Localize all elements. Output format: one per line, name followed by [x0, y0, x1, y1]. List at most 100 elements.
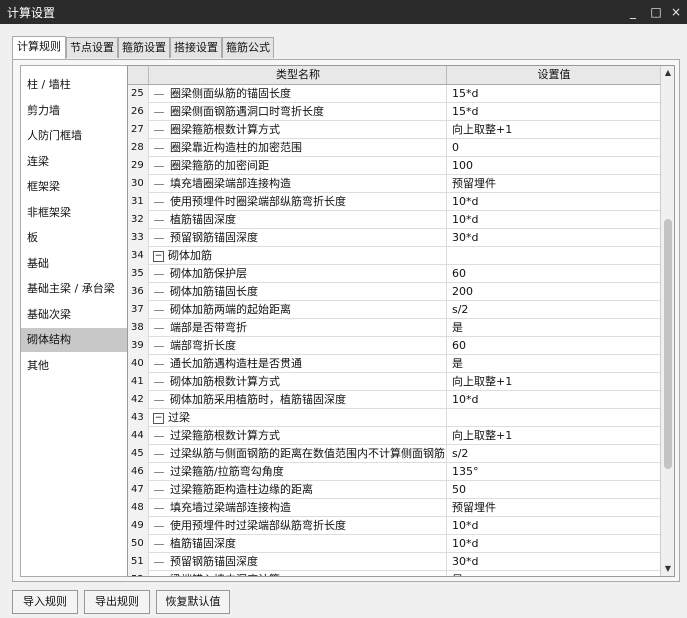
import-rules-button[interactable]: 导入规则	[12, 590, 78, 614]
table-row[interactable]: 29 圈梁箍筋的加密间距 100	[128, 157, 660, 175]
row-value-cell[interactable]: 200	[446, 283, 660, 301]
row-name-cell: 砌体加筋两端的起始距离	[148, 301, 446, 319]
row-value-cell[interactable]: 30*d	[446, 553, 660, 571]
table-row[interactable]: 52 梁端锚入墙内深度计算 是	[128, 571, 660, 576]
row-number: 37	[128, 301, 148, 319]
row-value-cell[interactable]: 10*d	[446, 193, 660, 211]
row-value-cell[interactable]: 15*d	[446, 85, 660, 103]
row-value-cell[interactable]: 是	[446, 571, 660, 576]
row-name-cell: 填充墙圈梁端部连接构造	[148, 175, 446, 193]
row-name-cell: 砌体加筋保护层	[148, 265, 446, 283]
tree-line-icon	[154, 327, 164, 329]
row-value-cell[interactable]: 预留埋件	[446, 499, 660, 517]
row-value-cell[interactable]: 预留埋件	[446, 175, 660, 193]
vertical-scrollbar[interactable]: ▲ ▼	[660, 66, 674, 576]
column-header-value[interactable]: 设置值	[446, 66, 661, 84]
table-row[interactable]: 35 砌体加筋保护层 60	[128, 265, 660, 283]
scrollbar-thumb[interactable]	[664, 219, 672, 470]
sidebar-item[interactable]: 柱 / 墙柱	[21, 73, 127, 97]
sidebar-item[interactable]: 连梁	[21, 150, 127, 174]
tab-stirrup-settings[interactable]: 箍筋设置	[118, 37, 170, 58]
row-number: 35	[128, 265, 148, 283]
table-row[interactable]: 37 砌体加筋两端的起始距离 s/2	[128, 301, 660, 319]
collapse-icon[interactable]: −	[153, 250, 164, 262]
tree-line-icon	[154, 363, 164, 365]
table-row[interactable]: 27 圈梁箍筋根数计算方式 向上取整+1	[128, 121, 660, 139]
sidebar-item[interactable]: 非框架梁	[21, 201, 127, 225]
row-number: 33	[128, 229, 148, 247]
table-row[interactable]: 39 端部弯折长度 60	[128, 337, 660, 355]
row-value-cell[interactable]: 是	[446, 319, 660, 337]
row-value-cell[interactable]: 60	[446, 265, 660, 283]
sidebar-item[interactable]: 人防门框墙	[21, 124, 127, 148]
row-value-cell[interactable]: 0	[446, 139, 660, 157]
tree-line-icon	[154, 183, 164, 185]
table-row[interactable]: 44 过梁箍筋根数计算方式 向上取整+1	[128, 427, 660, 445]
tab-lap-settings[interactable]: 搭接设置	[170, 37, 222, 58]
table-row[interactable]: 40 通长加筋遇构造柱是否贯通 是	[128, 355, 660, 373]
row-name-cell: 预留钢筋锚固深度	[148, 553, 446, 571]
row-value-cell[interactable]: 向上取整+1	[446, 373, 660, 391]
table-row[interactable]: 45 过梁纵筋与侧面钢筋的距离在数值范围内不计算侧面钢筋 s/2	[128, 445, 660, 463]
table-row[interactable]: 42 砌体加筋采用植筋时，植筋锚固深度 10*d	[128, 391, 660, 409]
group-row[interactable]: 43− 过梁	[128, 409, 660, 427]
maximize-button[interactable]: □	[646, 2, 666, 22]
close-button[interactable]: ×	[666, 2, 686, 22]
table-row[interactable]: 50 植筋锚固深度 10*d	[128, 535, 660, 553]
table-row[interactable]: 47 过梁箍筋距构造柱边缘的距离 50	[128, 481, 660, 499]
row-value-cell[interactable]: 10*d	[446, 535, 660, 553]
row-value-cell[interactable]: s/2	[446, 301, 660, 319]
table-row[interactable]: 38 端部是否带弯折 是	[128, 319, 660, 337]
table-row[interactable]: 51 预留钢筋锚固深度 30*d	[128, 553, 660, 571]
row-value-cell[interactable]: 30*d	[446, 229, 660, 247]
sidebar-item[interactable]: 其他	[21, 354, 127, 378]
sidebar-item[interactable]: 框架梁	[21, 175, 127, 199]
tree-line-icon	[154, 543, 164, 545]
row-value-cell[interactable]: 10*d	[446, 517, 660, 535]
table-row[interactable]: 46 过梁箍筋/拉筋弯勾角度 135°	[128, 463, 660, 481]
group-row[interactable]: 34− 砌体加筋	[128, 247, 660, 265]
table-row[interactable]: 33 预留钢筋锚固深度 30*d	[128, 229, 660, 247]
row-value-cell[interactable]: 是	[446, 355, 660, 373]
row-value-cell[interactable]: 60	[446, 337, 660, 355]
row-value-cell[interactable]: 100	[446, 157, 660, 175]
sidebar-item[interactable]: 基础次梁	[21, 303, 127, 327]
restore-defaults-button[interactable]: 恢复默认值	[156, 590, 230, 614]
row-name-text: 过梁箍筋根数计算方式	[170, 429, 280, 442]
table-row[interactable]: 41 砌体加筋根数计算方式 向上取整+1	[128, 373, 660, 391]
table-row[interactable]: 28 圈梁靠近构造柱的加密范围 0	[128, 139, 660, 157]
table-row[interactable]: 31 使用预埋件时圈梁端部纵筋弯折长度 10*d	[128, 193, 660, 211]
row-value-cell[interactable]: 向上取整+1	[446, 427, 660, 445]
row-value-cell[interactable]: 向上取整+1	[446, 121, 660, 139]
export-rules-button[interactable]: 导出规则	[84, 590, 150, 614]
table-row[interactable]: 48 填充墙过梁端部连接构造 预留埋件	[128, 499, 660, 517]
row-value-cell[interactable]: 50	[446, 481, 660, 499]
table-row[interactable]: 49 使用预埋件时过梁端部纵筋弯折长度 10*d	[128, 517, 660, 535]
sidebar-item[interactable]: 基础	[21, 252, 127, 276]
table-row[interactable]: 30 填充墙圈梁端部连接构造 预留埋件	[128, 175, 660, 193]
row-value-cell[interactable]: 10*d	[446, 211, 660, 229]
row-name-cell: 使用预埋件时圈梁端部纵筋弯折长度	[148, 193, 446, 211]
row-value-cell[interactable]: 15*d	[446, 103, 660, 121]
scroll-down-arrow-icon[interactable]: ▼	[661, 562, 674, 576]
row-name-text: 圈梁箍筋根数计算方式	[170, 123, 280, 136]
row-value-cell[interactable]: s/2	[446, 445, 660, 463]
scroll-up-arrow-icon[interactable]: ▲	[661, 66, 674, 80]
table-row[interactable]: 26 圈梁侧面钢筋遇洞口时弯折长度 15*d	[128, 103, 660, 121]
sidebar-item[interactable]: 板	[21, 226, 127, 250]
row-value-cell[interactable]: 10*d	[446, 391, 660, 409]
collapse-icon[interactable]: −	[153, 412, 164, 424]
tab-stirrup-formula[interactable]: 箍筋公式	[222, 37, 274, 58]
sidebar-item[interactable]: 砌体结构	[21, 328, 127, 352]
column-header-name[interactable]: 类型名称	[148, 66, 447, 84]
row-value-cell[interactable]: 135°	[446, 463, 660, 481]
table-row[interactable]: 32 植筋锚固深度 10*d	[128, 211, 660, 229]
sidebar-item[interactable]: 剪力墙	[21, 99, 127, 123]
table-row[interactable]: 25 圈梁侧面纵筋的锚固长度 15*d	[128, 85, 660, 103]
sidebar-item[interactable]: 基础主梁 / 承台梁	[21, 277, 127, 301]
tab-calc-rules[interactable]: 计算规则	[12, 36, 66, 59]
tree-line-icon	[154, 129, 164, 131]
minimize-button[interactable]: _	[623, 2, 643, 22]
table-row[interactable]: 36 砌体加筋锚固长度 200	[128, 283, 660, 301]
tab-node-settings[interactable]: 节点设置	[66, 37, 118, 58]
